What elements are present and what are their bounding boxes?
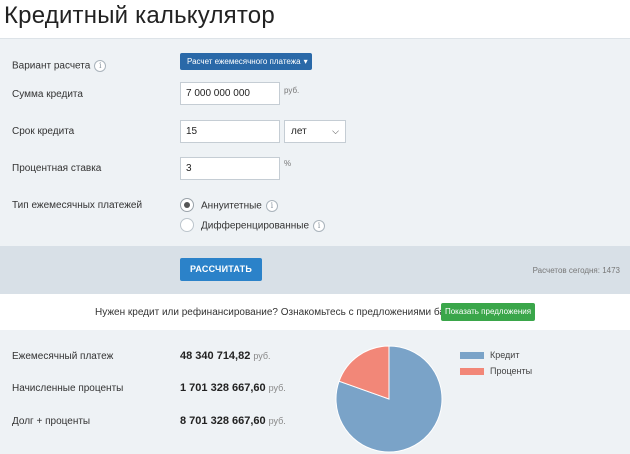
term-input[interactable]: 15 [180, 120, 280, 143]
variant-label: Вариант расчета i [12, 60, 107, 72]
calculation-variant-dropdown[interactable]: Расчет ежемесячного платежа ▾ [180, 53, 312, 70]
differentiated-radio[interactable] [180, 218, 194, 232]
monthly-payment-value: 48 340 714,82 руб. [180, 350, 271, 362]
interest-value: 1 701 328 667,60 руб. [180, 382, 286, 394]
amount-input[interactable]: 7 000 000 000 [180, 82, 280, 105]
legend-swatch-credit [460, 352, 484, 360]
legend-swatch-interest [460, 368, 484, 376]
chevron-down-icon: ⌵ [332, 126, 339, 136]
pie-chart [335, 345, 443, 453]
interest-label: Начисленные проценты [12, 383, 124, 394]
term-unit-select[interactable]: лет ⌵ [284, 120, 346, 143]
info-icon[interactable]: i [313, 220, 326, 232]
term-label: Срок кредита [12, 126, 75, 137]
total-value: 8 701 328 667,60 руб. [180, 415, 286, 427]
chevron-down-icon: ▾ [303, 57, 308, 66]
today-count: Расчетов сегодня: 1473 [532, 266, 620, 275]
differentiated-option[interactable]: Дифференцированные i [201, 220, 326, 232]
page-title: Кредитный калькулятор [4, 2, 275, 29]
info-icon[interactable]: i [94, 60, 107, 72]
amount-label: Сумма кредита [12, 89, 83, 100]
payment-type-label: Тип ежемесячных платежей [12, 200, 143, 211]
rate-input[interactable]: 3 [180, 157, 280, 180]
rate-unit: % [284, 159, 292, 168]
legend-item-credit: Кредит [460, 350, 519, 360]
rate-label: Процентная ставка [12, 163, 102, 174]
amount-unit: руб. [284, 86, 300, 95]
show-offers-button[interactable]: Показать предложения [441, 303, 535, 321]
monthly-payment-label: Ежемесячный платеж [12, 351, 114, 362]
annuity-option[interactable]: Аннуитетные i [201, 200, 278, 212]
info-icon[interactable]: i [265, 200, 278, 212]
legend-item-interest: Проценты [460, 366, 532, 376]
calculate-button[interactable]: РАССЧИТАТЬ [180, 258, 262, 281]
annuity-radio[interactable] [180, 198, 194, 212]
total-label: Долг + проценты [12, 416, 91, 427]
offer-text: Нужен кредит или рефинансирование? Ознак… [95, 307, 466, 318]
